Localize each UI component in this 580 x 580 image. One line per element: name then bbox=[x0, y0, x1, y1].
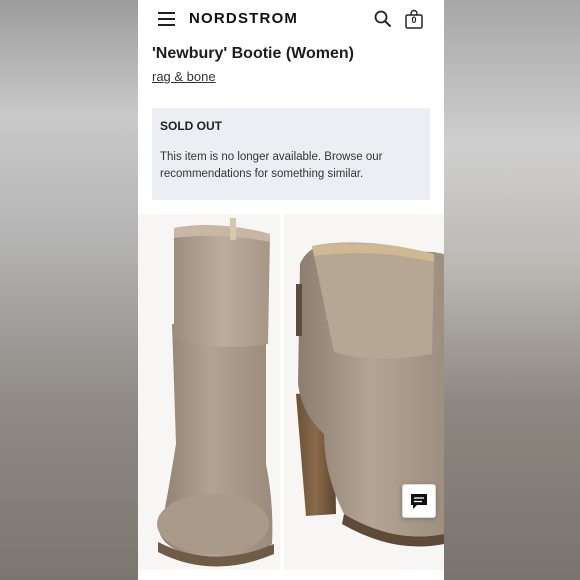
sold-out-message: This item is no longer available. Browse… bbox=[160, 151, 383, 180]
phone-screen: NORDSTROM 0 'Newbury' Bootie (Women) rag… bbox=[138, 0, 444, 580]
product-gallery bbox=[138, 214, 444, 574]
sold-out-heading: SOLD OUT bbox=[160, 119, 222, 133]
brand-link[interactable]: rag & bone bbox=[152, 69, 216, 84]
search-icon[interactable] bbox=[374, 10, 392, 28]
site-header: NORDSTROM 0 bbox=[138, 0, 444, 40]
blurred-background-left bbox=[0, 0, 138, 580]
blurred-background-right bbox=[444, 0, 580, 580]
brand-logo[interactable]: NORDSTROM bbox=[189, 10, 298, 27]
chat-icon bbox=[411, 494, 427, 509]
chat-button[interactable] bbox=[402, 484, 436, 518]
shopping-bag-icon[interactable]: 0 bbox=[404, 9, 424, 29]
bag-count: 0 bbox=[411, 15, 417, 25]
sold-out-notice: SOLD OUT This item is no longer availabl… bbox=[152, 108, 430, 200]
product-image-front[interactable] bbox=[138, 214, 280, 570]
product-title: 'Newbury' Bootie (Women) bbox=[152, 45, 354, 62]
hamburger-menu-icon[interactable] bbox=[158, 12, 175, 26]
